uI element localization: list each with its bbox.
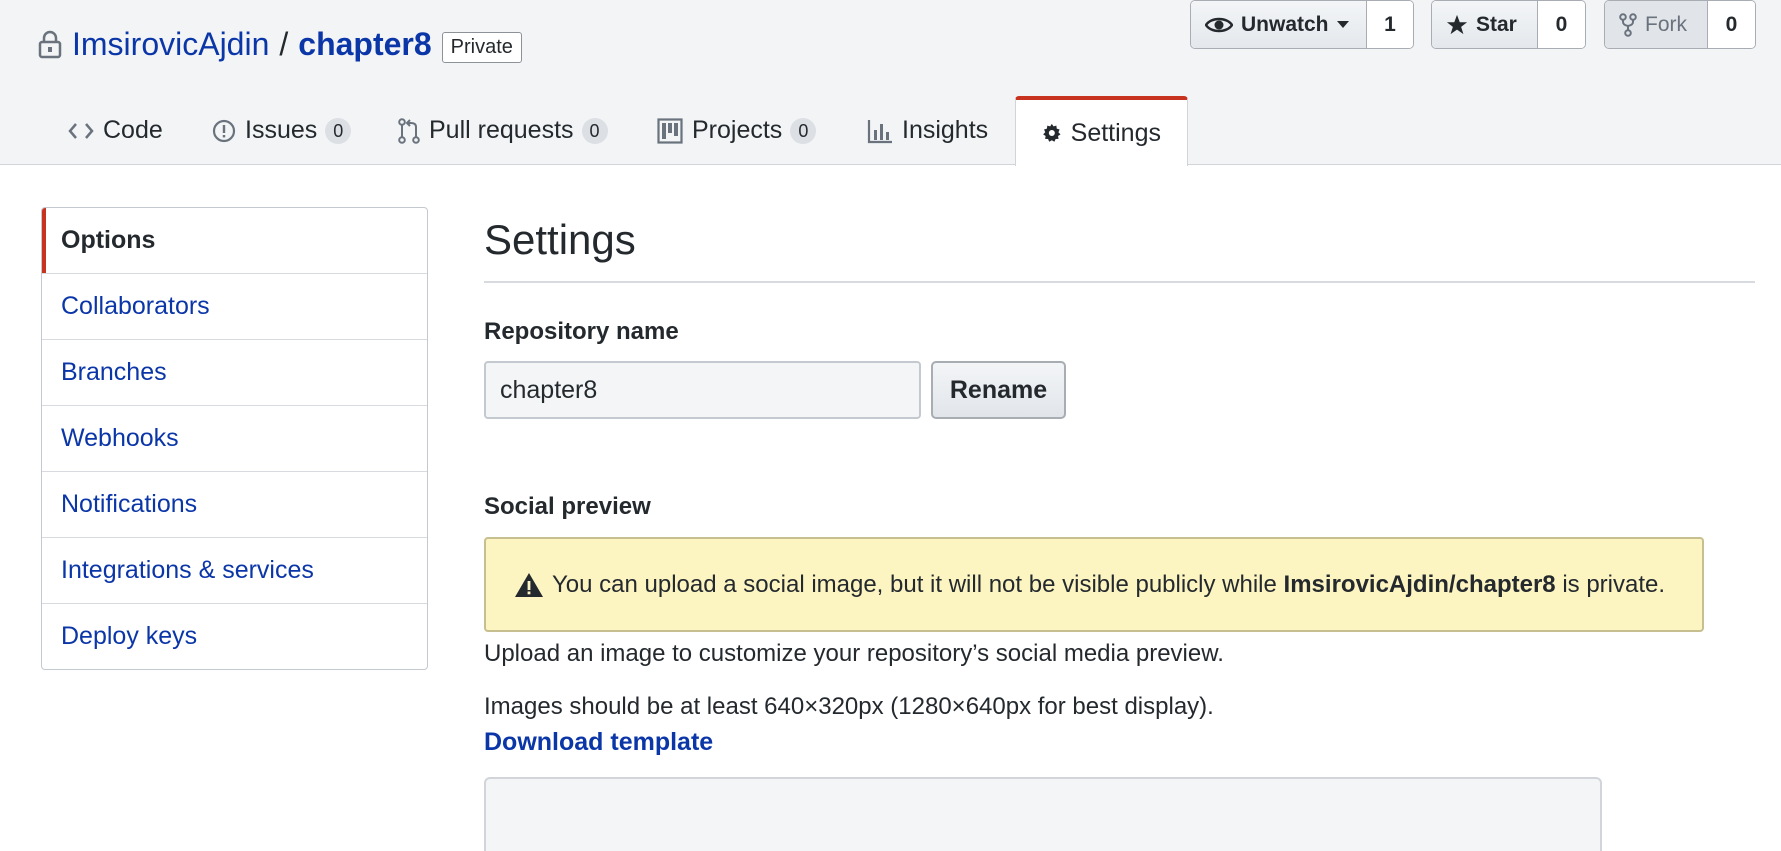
pull-request-icon [398,117,420,144]
unwatch-button[interactable]: Unwatch [1191,1,1367,48]
eye-icon [1205,17,1233,32]
issues-counter: 0 [325,117,352,144]
project-icon [657,117,683,144]
settings-sidebar: Options Collaborators Branches Webhooks … [41,207,428,670]
fork-button[interactable]: Fork [1605,1,1708,48]
repo-header: ImsirovicAjdin / chapter8 Private Unwatc… [0,0,1781,166]
graph-icon [867,119,892,143]
fork-control: Fork 0 [1604,0,1756,49]
social-preview-dropzone[interactable] [484,777,1602,851]
owner-link[interactable]: ImsirovicAjdin [72,26,269,63]
rename-button[interactable]: Rename [931,361,1066,419]
watch-control: Unwatch 1 [1190,0,1414,49]
tab-code-label: Code [103,116,163,144]
repo-title: ImsirovicAjdin / chapter8 Private [38,24,522,64]
tab-projects-label: Projects [692,116,783,144]
private-label: Private [441,31,522,63]
tab-insights[interactable]: Insights [867,96,988,165]
repo-link[interactable]: chapter8 [298,26,431,63]
repository-name-input[interactable] [484,361,921,419]
issue-icon [212,119,236,142]
tab-insights-label: Insights [902,116,989,144]
tab-projects[interactable]: Projects 0 [657,96,817,165]
alert-icon [515,572,543,597]
path-separator: / [279,25,289,62]
sidebar-item-deploy-keys[interactable]: Deploy keys [42,604,427,669]
star-icon [1446,14,1468,34]
repository-name-label: Repository name [484,318,679,345]
settings-main: Settings Repository name Rename Social p… [484,207,1755,851]
unwatch-label: Unwatch [1241,12,1329,36]
sidebar-item-webhooks[interactable]: Webhooks [42,406,427,472]
tab-pull-requests[interactable]: Pull requests 0 [398,96,608,165]
fork-label: Fork [1645,12,1687,36]
sidebar-item-options[interactable]: Options [42,208,427,274]
star-control: Star 0 [1431,0,1586,49]
repo-nav: Code Issues 0 Pull requests 0 Projects 0… [0,96,1781,166]
star-button[interactable]: Star [1432,1,1538,48]
tab-code[interactable]: Code [68,96,163,165]
watchers-count[interactable]: 1 [1367,1,1413,48]
page-title: Settings [484,207,1755,283]
flash-text-end: is private. [1562,570,1666,598]
sidebar-item-notifications[interactable]: Notifications [42,472,427,538]
pull-requests-counter: 0 [581,117,608,144]
chevron-down-icon [1336,21,1349,28]
tab-issues[interactable]: Issues 0 [212,96,352,165]
projects-counter: 0 [790,117,817,144]
tab-settings[interactable]: Settings [1015,96,1188,166]
gear-icon [1043,123,1061,142]
tab-issues-label: Issues [245,116,318,144]
stargazers-count[interactable]: 0 [1538,1,1585,48]
flash-text-start: You can upload a social image, but it wi… [552,570,1277,598]
code-icon [68,122,94,139]
upload-note: Upload an image to customize your reposi… [484,640,1224,667]
sidebar-item-collaborators[interactable]: Collaborators [42,274,427,340]
sidebar-item-branches[interactable]: Branches [42,340,427,406]
fork-icon [1619,12,1637,37]
flash-message: You can upload a social image, but it wi… [552,571,1665,599]
private-warning-flash: You can upload a social image, but it wi… [484,537,1704,632]
download-template-link[interactable]: Download template [484,728,713,757]
flash-repo-name: ImsirovicAjdin/chapter8 [1283,570,1556,598]
forks-count[interactable]: 0 [1708,1,1755,48]
star-label: Star [1476,12,1517,36]
sidebar-item-integrations[interactable]: Integrations & services [42,538,427,604]
tab-pull-requests-label: Pull requests [429,116,574,144]
lock-icon [38,30,62,59]
size-note: Images should be at least 640×320px (128… [484,693,1214,720]
tab-settings-label: Settings [1070,118,1161,147]
social-preview-label: Social preview [484,493,651,520]
